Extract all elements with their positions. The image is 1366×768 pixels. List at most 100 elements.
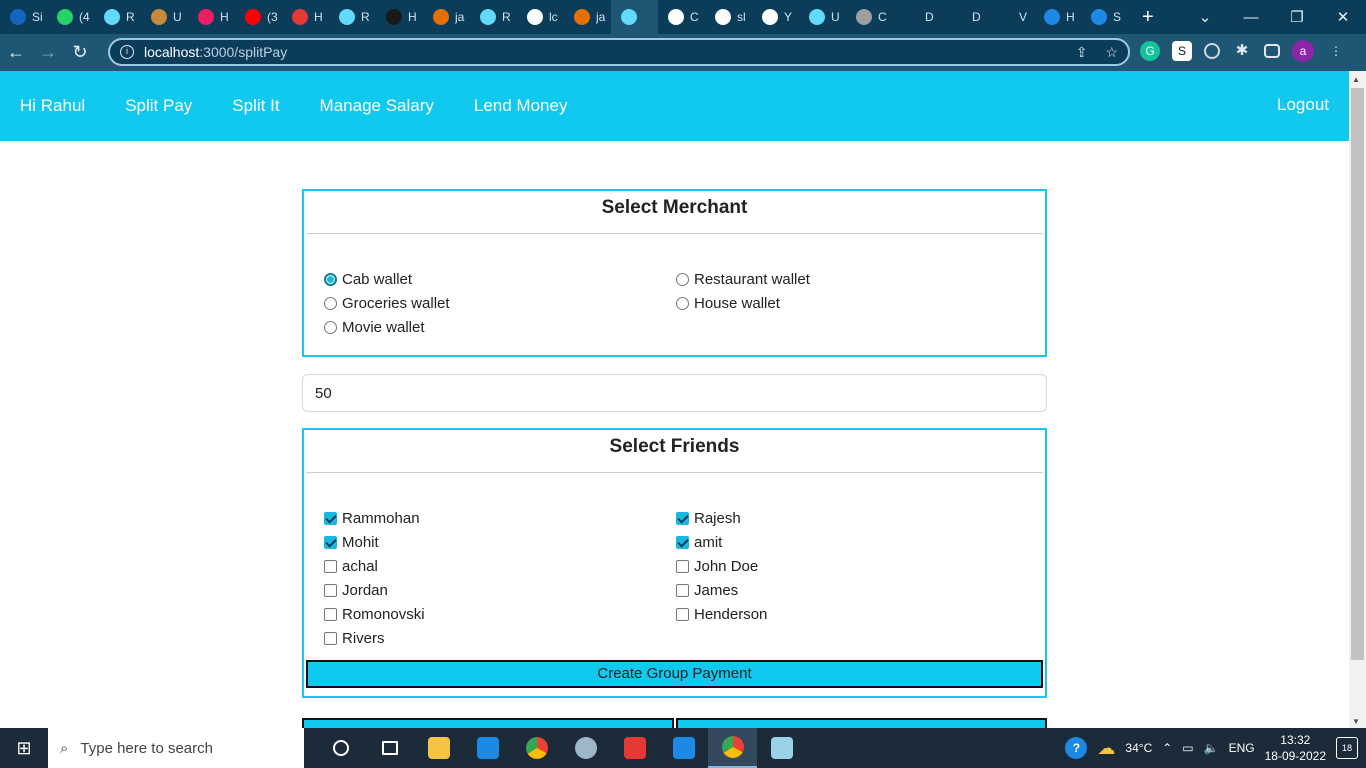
merchant-option[interactable]: Groceries wallet <box>324 291 676 315</box>
friend-checkbox[interactable] <box>676 583 689 597</box>
weather-temp[interactable]: 34°C <box>1125 741 1152 755</box>
browser-tab[interactable]: ja <box>423 0 470 34</box>
friend-option[interactable]: Henderson <box>676 602 1028 626</box>
friend-option[interactable]: Rajesh <box>676 506 1028 530</box>
nav-manage-salary[interactable]: Manage Salary <box>320 96 434 116</box>
bottom-button-right[interactable] <box>675 718 1047 728</box>
close-window-button[interactable]: ✕ <box>1320 8 1366 26</box>
merchant-option[interactable]: Movie wallet <box>324 315 676 339</box>
browser-tab[interactable]: D <box>940 0 987 34</box>
merchant-radio[interactable] <box>324 272 337 286</box>
merchant-option[interactable]: Cab wallet <box>324 267 676 291</box>
friend-option[interactable]: amit <box>676 530 1028 554</box>
browser-tab[interactable]: H <box>1034 0 1081 34</box>
friend-checkbox[interactable] <box>324 631 337 645</box>
side-panel-icon[interactable] <box>1264 44 1280 58</box>
paint-icon[interactable] <box>561 728 610 768</box>
merchant-option[interactable]: House wallet <box>676 291 1028 315</box>
merchant-radio[interactable] <box>676 272 689 286</box>
chrome-icon[interactable] <box>512 728 561 768</box>
nav-greeting[interactable]: Hi Rahul <box>20 96 85 116</box>
language-indicator[interactable]: ENG <box>1229 741 1255 755</box>
friend-checkbox[interactable] <box>676 535 689 549</box>
battery-icon[interactable]: ▭ <box>1182 741 1193 755</box>
friend-checkbox[interactable] <box>676 559 689 573</box>
friend-checkbox[interactable] <box>676 511 689 525</box>
chrome-profile-icon[interactable] <box>708 728 757 768</box>
restore-button[interactable]: ❐ <box>1274 8 1320 26</box>
nav-split-pay[interactable]: Split Pay <box>125 96 192 116</box>
friend-checkbox[interactable] <box>324 511 337 525</box>
browser-tab[interactable]: V <box>987 0 1034 34</box>
grammarly-extension-icon[interactable]: G <box>1140 41 1160 61</box>
browser-tab[interactable]: sl <box>705 0 752 34</box>
browser-tab[interactable]: S <box>1081 0 1128 34</box>
friend-option[interactable]: John Doe <box>676 554 1028 578</box>
browser-tab[interactable]: H <box>376 0 423 34</box>
reload-button[interactable]: ↻ <box>64 42 96 63</box>
scroll-up-arrow-icon[interactable]: ▲ <box>1352 75 1360 84</box>
friend-option[interactable]: Rivers <box>324 626 676 650</box>
mail-icon[interactable] <box>463 728 512 768</box>
browser-tab[interactable]: ja <box>564 0 611 34</box>
nav-split-it[interactable]: Split It <box>232 96 279 116</box>
merchant-radio[interactable] <box>324 296 337 310</box>
s-extension-icon[interactable]: S <box>1172 41 1192 61</box>
merchant-option[interactable]: Restaurant wallet <box>676 267 1028 291</box>
friend-checkbox[interactable] <box>324 583 337 597</box>
help-icon[interactable]: ? <box>1065 737 1088 759</box>
tab-search-icon[interactable]: ⌄ <box>1182 8 1228 26</box>
forward-button[interactable]: → <box>32 42 64 63</box>
share-icon[interactable]: ⇪ <box>1076 44 1088 61</box>
browser-tab[interactable]: Y <box>752 0 799 34</box>
browser-tab[interactable]: H <box>282 0 329 34</box>
logout-link[interactable]: Logout <box>1277 95 1329 115</box>
back-button[interactable]: ← <box>0 42 32 63</box>
record-extension-icon[interactable] <box>1204 43 1220 59</box>
notifications-icon[interactable]: 18 <box>1336 737 1358 759</box>
page-scrollbar[interactable]: ▲ ▼ <box>1349 71 1366 728</box>
browser-tab[interactable]: U <box>141 0 188 34</box>
browser-tab[interactable]: U <box>799 0 846 34</box>
browser-tab[interactable]: (3 <box>235 0 282 34</box>
browser-tab[interactable]: C <box>846 0 893 34</box>
browser-tab[interactable]: C <box>658 0 705 34</box>
friend-checkbox[interactable] <box>324 559 337 573</box>
cortana-icon[interactable] <box>316 728 365 768</box>
friend-option[interactable]: Jordan <box>324 578 676 602</box>
weather-icon[interactable]: ☁ <box>1097 738 1115 759</box>
taskbar-search[interactable]: ⌕ Type here to search <box>48 728 304 768</box>
browser-tab[interactable] <box>611 0 658 34</box>
file-explorer-icon[interactable] <box>414 728 463 768</box>
merchant-radio[interactable] <box>324 320 337 334</box>
browser-tab[interactable]: D <box>893 0 940 34</box>
minimize-button[interactable]: — <box>1228 9 1274 26</box>
address-bar[interactable]: i localhost:3000/splitPay ⇪ ☆ <box>108 38 1130 66</box>
friend-option[interactable]: Mohit <box>324 530 676 554</box>
task-view-icon[interactable] <box>365 728 414 768</box>
scrollbar-thumb[interactable] <box>1351 88 1364 660</box>
volume-icon[interactable]: 🔈 <box>1204 741 1219 755</box>
friend-checkbox[interactable] <box>324 607 337 621</box>
browser-tab[interactable]: R <box>470 0 517 34</box>
wps-office-icon[interactable] <box>610 728 659 768</box>
browser-tab[interactable]: R <box>94 0 141 34</box>
friend-checkbox[interactable] <box>324 535 337 549</box>
create-group-payment-button[interactable]: Create Group Payment <box>306 660 1043 688</box>
friend-option[interactable]: James <box>676 578 1028 602</box>
friend-option[interactable]: Romonovski <box>324 602 676 626</box>
menu-kebab-icon[interactable]: ⋮ <box>1326 41 1346 61</box>
new-tab-button[interactable]: + <box>1142 6 1154 29</box>
site-info-icon[interactable]: i <box>120 45 134 59</box>
nav-lend-money[interactable]: Lend Money <box>474 96 568 116</box>
scroll-down-arrow-icon[interactable]: ▼ <box>1352 717 1360 726</box>
bookmark-star-icon[interactable]: ☆ <box>1105 44 1118 61</box>
bottom-button-left[interactable] <box>302 718 674 728</box>
tray-overflow-icon[interactable]: ⌃ <box>1162 741 1172 755</box>
browser-tab[interactable]: (4 <box>47 0 94 34</box>
windows-start-icon[interactable]: ⊞ <box>0 738 48 759</box>
browser-tab[interactable]: lc <box>517 0 564 34</box>
profile-avatar[interactable]: a <box>1292 40 1314 62</box>
puzzle-extensions-icon[interactable]: ✱ <box>1232 41 1252 61</box>
friend-option[interactable]: Rammohan <box>324 506 676 530</box>
